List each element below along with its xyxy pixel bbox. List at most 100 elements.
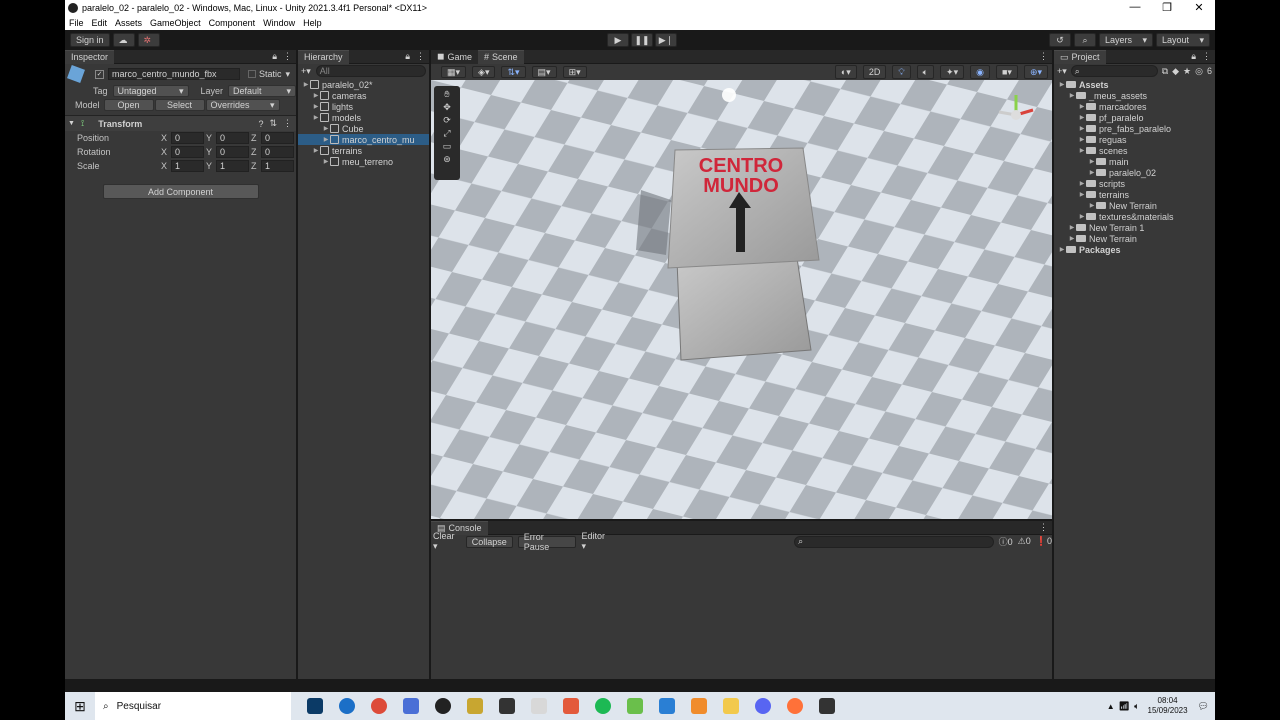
editor-dropdown[interactable]: Editor ▾ bbox=[581, 531, 611, 552]
lock-icon[interactable]: 🔒︎ bbox=[1191, 51, 1196, 62]
create-asset-button[interactable]: +▾ bbox=[1057, 66, 1067, 77]
layers-dropdown[interactable]: Layers ▾ bbox=[1099, 33, 1153, 47]
expand-arrow-icon[interactable]: ▶ bbox=[1068, 92, 1076, 99]
notes-app-icon[interactable] bbox=[467, 698, 483, 714]
expand-arrow-icon[interactable]: ▶ bbox=[322, 136, 330, 143]
expand-arrow-icon[interactable]: ▶ bbox=[322, 125, 330, 132]
hierarchy-item[interactable]: ▶ cameras bbox=[298, 90, 429, 101]
hierarchy-search-input[interactable]: All bbox=[315, 65, 426, 77]
volume-icon[interactable]: 🔈︎ bbox=[1134, 701, 1139, 712]
grid-button[interactable]: ▤▾ bbox=[531, 66, 557, 78]
expand-arrow-icon[interactable]: ▶ bbox=[1078, 114, 1086, 121]
lock-icon[interactable]: 🔒︎ bbox=[405, 51, 410, 62]
hierarchy-item[interactable]: ▶ models bbox=[298, 112, 429, 123]
menu-edit[interactable]: Edit bbox=[88, 18, 112, 28]
project-item[interactable]: ▶ New Terrain bbox=[1054, 233, 1215, 244]
project-item[interactable]: ▶ New Terrain bbox=[1054, 200, 1215, 211]
camera-icon[interactable]: ■▾ bbox=[995, 65, 1018, 79]
expand-arrow-icon[interactable]: ▶ bbox=[1058, 246, 1066, 253]
expand-arrow-icon[interactable]: ▶ bbox=[1078, 213, 1086, 220]
filter-label-icon[interactable]: ◆ bbox=[1172, 66, 1179, 77]
z-field[interactable]: 1 bbox=[261, 160, 294, 172]
z-field[interactable]: 0 bbox=[261, 146, 294, 158]
rotate-tool-icon[interactable]: ⟳ bbox=[443, 115, 451, 126]
project-item[interactable]: ▶ Packages bbox=[1054, 244, 1215, 255]
pause-button[interactable]: ❚❚ bbox=[631, 33, 653, 47]
folder-app-icon[interactable] bbox=[723, 698, 739, 714]
menu-file[interactable]: File bbox=[65, 18, 88, 28]
x-field[interactable]: 0 bbox=[171, 132, 204, 144]
error-count[interactable]: ❗0 bbox=[1036, 536, 1052, 547]
expand-arrow-icon[interactable]: ▶ bbox=[1068, 235, 1076, 242]
menu-gameobject[interactable]: GameObject bbox=[146, 18, 205, 28]
expand-arrow-icon[interactable]: ▶ bbox=[312, 103, 320, 110]
project-item[interactable]: ▶ paralelo_02 bbox=[1054, 167, 1215, 178]
select-button[interactable]: Select bbox=[154, 99, 205, 111]
menu-help[interactable]: Help bbox=[299, 18, 326, 28]
effects-icon[interactable]: ✦▾ bbox=[940, 65, 965, 79]
hierarchy-item[interactable]: ▶ lights bbox=[298, 101, 429, 112]
static-dropdown-icon[interactable]: ▾ bbox=[286, 69, 291, 80]
menu-component[interactable]: Component bbox=[205, 18, 260, 28]
minimize-button[interactable]: — bbox=[1119, 1, 1151, 14]
expand-arrow-icon[interactable]: ▶ bbox=[1088, 158, 1096, 165]
cloud-icon[interactable]: ☁ bbox=[112, 33, 135, 47]
snap-button[interactable]: ⊞▾ bbox=[562, 66, 587, 78]
x-field[interactable]: 1 bbox=[171, 160, 204, 172]
static-checkbox[interactable] bbox=[248, 70, 256, 78]
menu-window[interactable]: Window bbox=[259, 18, 299, 28]
kebab-menu-icon[interactable]: ⋮ bbox=[1039, 522, 1048, 533]
overrides-dropdown[interactable]: Overrides ▾ bbox=[205, 99, 280, 111]
scene-viewport[interactable]: CENTRO MUNDO bbox=[431, 80, 1052, 519]
collapse-button[interactable]: Collapse bbox=[465, 535, 513, 548]
favorite-icon[interactable]: ★ bbox=[1183, 66, 1191, 77]
step-button[interactable]: ▶❘ bbox=[655, 33, 677, 47]
project-item[interactable]: ▶ textures&materials bbox=[1054, 211, 1215, 222]
rect-tool-icon[interactable]: ▭ bbox=[443, 141, 452, 152]
discord-app-icon[interactable] bbox=[755, 698, 771, 714]
toggle-2d-button[interactable]: 2D bbox=[862, 65, 887, 79]
expand-arrow-icon[interactable]: ▶ bbox=[1078, 147, 1086, 154]
vpn-app-icon[interactable] bbox=[563, 698, 579, 714]
tab-project[interactable]: ▭ Project bbox=[1054, 49, 1106, 64]
spotify-app-icon[interactable] bbox=[595, 698, 611, 714]
hierarchy-item[interactable]: ▶ marco_centro_mu bbox=[298, 134, 429, 145]
clock-date[interactable]: 15/09/2023 bbox=[1148, 706, 1188, 716]
move-tool-icon[interactable]: ✥ bbox=[443, 102, 451, 113]
project-item[interactable]: ▶ scripts bbox=[1054, 178, 1215, 189]
z-field[interactable]: 0 bbox=[261, 132, 294, 144]
taskbar-search-box[interactable]: ⌕ Pesquisar bbox=[95, 692, 291, 720]
inkscape-app-icon[interactable] bbox=[691, 698, 707, 714]
expand-arrow-icon[interactable]: ▶ bbox=[1088, 169, 1096, 176]
component-menu-icon[interactable]: ⋮ bbox=[283, 118, 292, 129]
transform-tool-icon[interactable]: ⊛ bbox=[443, 154, 451, 165]
unity-hub-app-icon[interactable] bbox=[435, 698, 451, 714]
project-item[interactable]: ▶ reguas bbox=[1054, 134, 1215, 145]
kebab-menu-icon[interactable]: ⋮ bbox=[1202, 51, 1211, 62]
hand-tool-icon[interactable]: ✋︎ bbox=[444, 89, 449, 100]
draw-mode-button[interactable]: ▦▾ bbox=[441, 66, 467, 78]
vscode-app-icon[interactable] bbox=[659, 698, 675, 714]
visibility-icon[interactable]: ◉ bbox=[970, 65, 990, 79]
shading-button[interactable]: ◈▾ bbox=[472, 66, 496, 78]
scale-tool-icon[interactable]: ⤢ bbox=[443, 128, 450, 139]
chrome-app-icon[interactable] bbox=[371, 698, 387, 714]
lock-icon[interactable]: 🔒︎ bbox=[272, 51, 277, 62]
settings-app-icon[interactable] bbox=[531, 698, 547, 714]
presets-icon[interactable]: ⇅ bbox=[269, 118, 277, 129]
hierarchy-item[interactable]: ▶ paralelo_02* bbox=[298, 79, 429, 90]
error-pause-button[interactable]: Error Pause bbox=[517, 532, 577, 552]
menu-assets[interactable]: Assets bbox=[111, 18, 146, 28]
expand-arrow-icon[interactable]: ▶ bbox=[1078, 191, 1086, 198]
log-count[interactable]: ⓘ0 bbox=[999, 535, 1013, 548]
project-item[interactable]: ▶ _meus_assets bbox=[1054, 90, 1215, 101]
tag-dropdown[interactable]: Untagged ▾ bbox=[112, 85, 189, 97]
expand-arrow-icon[interactable]: ▶ bbox=[1078, 136, 1086, 143]
expand-arrow-icon[interactable]: ▶ bbox=[1088, 202, 1096, 209]
audio-toggle-icon[interactable]: 🔈︎ bbox=[916, 65, 935, 79]
notifications-icon[interactable]: 💬︎ bbox=[1198, 701, 1209, 712]
project-item[interactable]: ▶ terrains bbox=[1054, 189, 1215, 200]
create-button[interactable]: +▾ bbox=[301, 66, 311, 77]
project-item[interactable]: ▶ scenes bbox=[1054, 145, 1215, 156]
hidden-packages-icon[interactable]: ◎ bbox=[1195, 66, 1203, 77]
